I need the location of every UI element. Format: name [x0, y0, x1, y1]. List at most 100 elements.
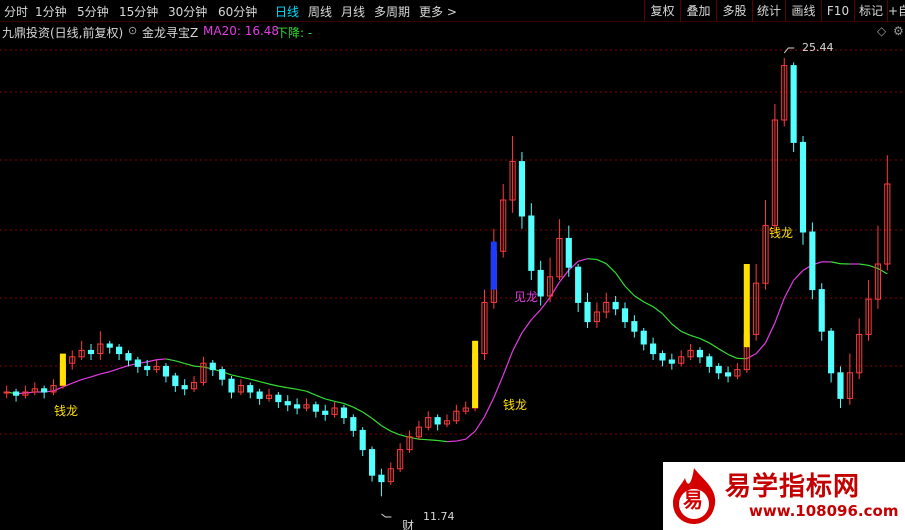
tab-more[interactable]: 更多 >: [419, 3, 457, 20]
ma-segment: [240, 376, 251, 380]
ma-segment: [156, 358, 166, 361]
ma-segment: [250, 378, 260, 383]
ma-segment: [587, 258, 597, 261]
ma-segment: [549, 281, 560, 298]
draw-line-button[interactable]: 画线: [785, 0, 821, 22]
mark-button[interactable]: 标记: [854, 0, 887, 22]
diamond-icon[interactable]: ◇: [877, 24, 886, 38]
f10-button[interactable]: F10: [821, 0, 854, 22]
ma-segment: [409, 436, 420, 440]
candle-down: [528, 215, 535, 271]
candle-down: [659, 353, 666, 361]
price-grid: [0, 49, 905, 435]
indicator-name[interactable]: 金龙寻宝Z: [142, 24, 198, 41]
tab-weekly[interactable]: 周线: [308, 3, 332, 20]
tab-monthly[interactable]: 月线: [341, 3, 365, 20]
tab-1min[interactable]: 1分钟: [35, 3, 67, 20]
statistics-button[interactable]: 统计: [752, 0, 785, 22]
low-pointer: [381, 513, 392, 518]
candle-down: [228, 378, 235, 393]
ma-segment: [418, 438, 429, 441]
candle-down: [275, 394, 282, 403]
candle-down: [322, 410, 329, 415]
tab-30min[interactable]: 30分钟: [168, 3, 207, 20]
ma-segment: [727, 353, 738, 359]
ma-segment: [708, 342, 720, 350]
signal-label-qianlong-1: 钱龙: [54, 403, 78, 418]
ma-segment: [746, 353, 757, 360]
ma-segment: [577, 258, 588, 262]
overlay-button[interactable]: 叠加: [680, 0, 716, 22]
ma-segment: [100, 371, 110, 375]
site-watermark-logo: 易 易学指标网 www.108096.com: [663, 462, 905, 530]
stock-title: 九鼎投资(日线,前复权): [2, 26, 124, 40]
tab-fenshi[interactable]: 分时: [4, 3, 28, 20]
ma-segment: [446, 440, 457, 443]
ma-segment: [558, 269, 570, 283]
indicator-info-bar: 九鼎投资(日线,前复权) ⊙ 金龙寻宝Z MA20: 16.48 下降: - ◇…: [0, 22, 905, 40]
ma-segment: [868, 264, 879, 270]
indicator-menu-icon[interactable]: ⊙: [128, 24, 137, 37]
candle-down: [350, 417, 357, 431]
tab-daily[interactable]: 日线: [275, 3, 299, 20]
ma-segment: [456, 438, 466, 442]
ma-segment: [287, 387, 298, 390]
bottom-label-cai: 财: [402, 519, 414, 530]
candle-down: [809, 231, 816, 291]
ma-segment: [325, 398, 335, 402]
candlestick-chart[interactable]: 钱龙 钱龙 见龙 钱龙 25.44 11.74 财 勤: [0, 40, 905, 530]
signal-markers: [59, 47, 795, 518]
signal-label-qianlong-3: 钱龙: [769, 225, 793, 240]
ma-segment: [362, 411, 373, 419]
tab-5min[interactable]: 5分钟: [77, 3, 109, 20]
ma-segment: [165, 358, 176, 362]
ma-segment: [793, 269, 804, 281]
ma-segment: [718, 348, 729, 355]
gear-icon[interactable]: ⚙: [893, 24, 904, 38]
candles-group: [3, 57, 891, 497]
ma-segment: [877, 268, 888, 275]
candle-down: [12, 391, 20, 396]
ma-segment: [343, 402, 354, 408]
candle-down: [359, 429, 366, 451]
candle-down: [668, 359, 675, 364]
signal-label-jianlong: 见龙: [514, 290, 538, 304]
ma-segment: [428, 439, 438, 442]
ma20-value: MA20: 16.48: [203, 24, 280, 38]
candle-down: [696, 349, 704, 358]
logo-url: www.108096.com: [749, 502, 899, 520]
candle-down: [284, 401, 291, 406]
candle-down: [650, 343, 657, 355]
ma-segment: [680, 330, 691, 337]
tab-60min[interactable]: 60分钟: [218, 3, 257, 20]
add-custom-button[interactable]: +自: [887, 0, 905, 22]
signal-bar: [743, 264, 750, 348]
candle-down: [340, 407, 348, 419]
candle-down: [631, 321, 638, 332]
ma-segment: [381, 425, 392, 432]
ma-segment: [268, 383, 279, 387]
ma-segment: [296, 388, 307, 392]
candle-down: [584, 301, 591, 323]
candle-down: [612, 301, 619, 310]
candle-down: [256, 391, 263, 399]
candle-down: [219, 369, 226, 380]
ma-segment: [465, 430, 476, 440]
restore-rights-button[interactable]: 复权: [644, 0, 680, 22]
candle-down: [715, 365, 722, 374]
ma-segment: [690, 334, 701, 339]
candle-down: [134, 359, 141, 367]
tab-15min[interactable]: 15分钟: [119, 3, 158, 20]
candle-down: [640, 330, 647, 345]
candle-down: [621, 308, 629, 323]
candle-down: [706, 356, 713, 367]
candle-down: [790, 65, 797, 143]
candle-down: [565, 237, 572, 268]
candle-down: [799, 141, 807, 233]
candle-down: [172, 375, 179, 387]
candle-down: [116, 346, 123, 355]
logo-glyph: 易: [683, 488, 703, 512]
candle-down: [434, 417, 441, 425]
multi-stock-button[interactable]: 多股: [716, 0, 752, 22]
tab-multi-period[interactable]: 多周期: [374, 3, 410, 20]
